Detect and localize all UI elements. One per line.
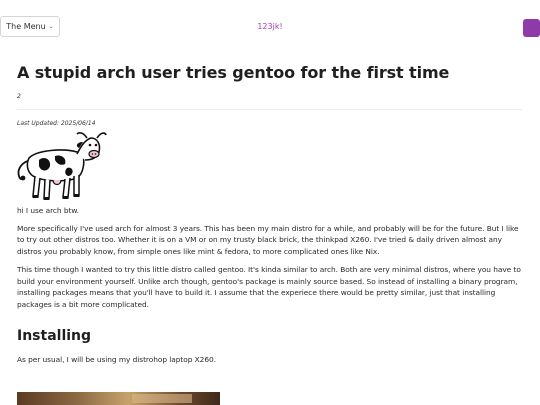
- paragraph-installing: As per usual, I will be using my distroh…: [17, 355, 216, 364]
- paragraph-background: More specifically I've used arch for alm…: [17, 223, 519, 256]
- section-heading-installing: Installing: [17, 328, 92, 344]
- laptop-photo: [17, 392, 220, 405]
- paragraph-intro: hi I use arch btw.: [17, 206, 79, 215]
- page-title: A stupid arch user tries gentoo for the …: [17, 63, 450, 82]
- article: A stupid arch user tries gentoo for the …: [17, 60, 522, 373]
- paragraph-gentoo: This time though I wanted to try this li…: [17, 265, 521, 309]
- cow-illustration: [17, 132, 107, 200]
- divider: [17, 109, 522, 110]
- post-meta-number: 2: [17, 93, 21, 100]
- last-updated: Last Updated: 2025/06/14: [17, 120, 96, 127]
- site-brand-link[interactable]: 123jk!: [0, 22, 540, 31]
- corner-square-button[interactable]: [523, 19, 540, 37]
